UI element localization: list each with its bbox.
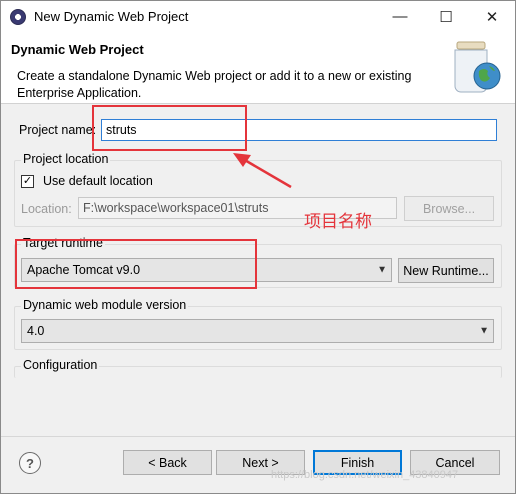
title-bar: New Dynamic Web Project — ☐ ✕ xyxy=(1,1,515,32)
web-project-jar-icon xyxy=(454,41,501,93)
module-version-value: 4.0 xyxy=(27,324,45,338)
annotation-box-project-name xyxy=(92,105,247,151)
eclipse-icon xyxy=(10,9,26,25)
use-default-label: Use default location xyxy=(43,174,153,188)
configuration-title: Configuration xyxy=(21,358,100,372)
annotation-arrow-icon xyxy=(233,153,292,189)
watermark: https://blog.csdn.net/weixin_43840947 xyxy=(271,469,459,481)
page-title: Dynamic Web Project xyxy=(11,42,144,57)
footer-separator xyxy=(1,436,515,437)
minimize-button[interactable]: — xyxy=(377,1,423,32)
maximize-button[interactable]: ☐ xyxy=(423,1,469,32)
chevron-down-icon: ▼ xyxy=(377,264,387,276)
window-title: New Dynamic Web Project xyxy=(34,9,189,24)
page-description: Create a standalone Dynamic Web project … xyxy=(17,69,412,100)
wizard-window: New Dynamic Web Project — ☐ ✕ Dynamic We… xyxy=(0,0,516,494)
help-icon[interactable]: ? xyxy=(19,452,41,474)
module-version-title: Dynamic web module version xyxy=(21,298,189,312)
project-name-label: Project name: xyxy=(19,123,97,137)
close-button[interactable]: ✕ xyxy=(469,1,515,32)
location-value: F:\workspace\workspace01\struts xyxy=(83,201,269,215)
wizard-header: Dynamic Web Project Create a standalone … xyxy=(1,32,515,104)
module-version-select[interactable]: 4.0 ▼ xyxy=(21,319,494,343)
browse-button[interactable]: Browse... xyxy=(404,196,494,221)
annotation-text: 项目名称 xyxy=(304,212,372,231)
configuration-group: Configuration xyxy=(14,358,502,378)
annotation-box-target-runtime xyxy=(15,239,257,289)
use-default-checkbox[interactable]: ✓ xyxy=(21,175,34,188)
chevron-down-icon: ▼ xyxy=(479,325,489,337)
new-runtime-button[interactable]: New Runtime... xyxy=(398,258,494,283)
back-button[interactable]: < Back xyxy=(123,450,212,475)
project-location-title: Project location xyxy=(21,152,111,166)
location-label: Location: xyxy=(21,202,72,216)
